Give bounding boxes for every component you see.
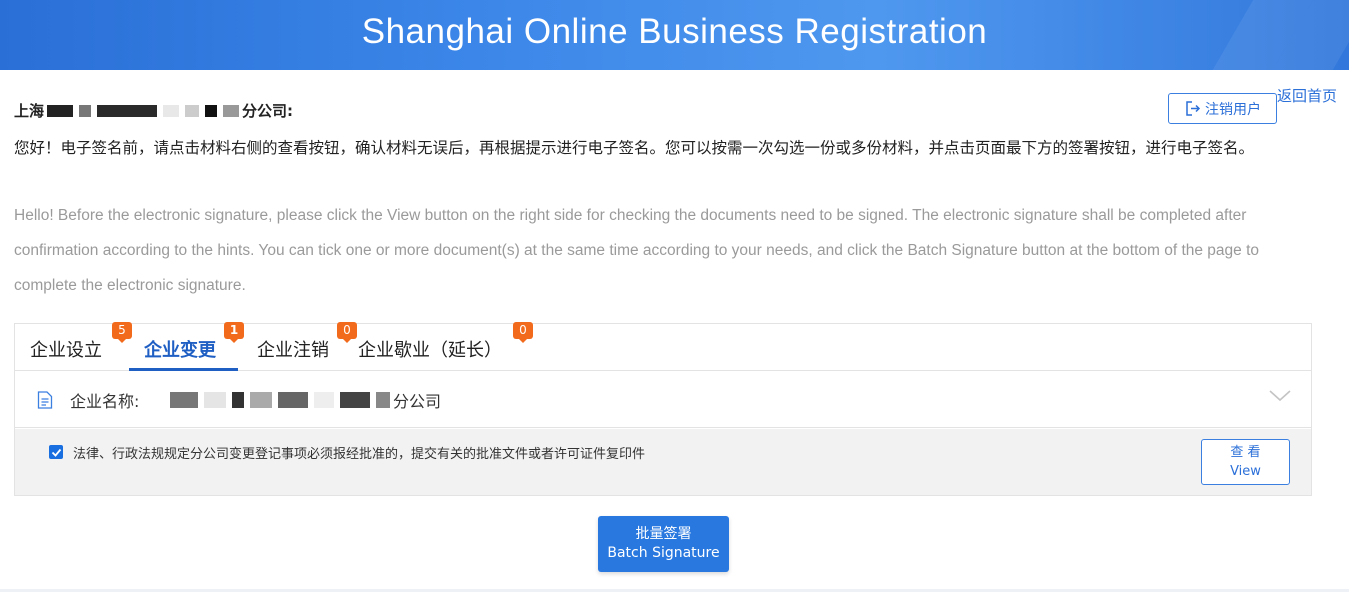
view-button[interactable]: 查 看 View bbox=[1201, 439, 1290, 485]
redacted-block bbox=[232, 392, 244, 408]
redacted-block bbox=[170, 392, 198, 408]
site-title: Shanghai Online Business Registration bbox=[361, 12, 988, 51]
tab-label: 企业变更 bbox=[144, 340, 216, 361]
redacted-block bbox=[47, 104, 74, 117]
tab-establish[interactable]: 企业设立 5 bbox=[30, 322, 132, 362]
tab-label: 企业设立 bbox=[30, 340, 102, 361]
redacted-block bbox=[250, 392, 272, 408]
logout-label: 注销用户 bbox=[1205, 101, 1261, 118]
company-name-suffix: 分公司 bbox=[393, 392, 442, 411]
redacted-block bbox=[185, 104, 200, 117]
batch-sign-label-en: Batch Signature bbox=[607, 545, 720, 561]
view-label-en: View bbox=[1230, 464, 1261, 479]
redacted-block bbox=[204, 392, 226, 408]
document-row: 法律、行政法规规定分公司变更登记事项必须报经批准的，提交有关的批准文件或者许可证… bbox=[15, 429, 1311, 495]
back-home-link[interactable]: 返回首页 bbox=[1277, 85, 1337, 106]
checkmark-icon bbox=[51, 448, 61, 457]
count-badge: 0 bbox=[513, 322, 533, 343]
redacted-block bbox=[97, 104, 158, 117]
count-badge: 5 bbox=[112, 322, 132, 343]
tab-suspend[interactable]: 企业歇业（延长） 0 bbox=[358, 322, 533, 362]
tab-bar: 企业设立 5 企业变更 1 企业注销 0 企业歇业（延长） 0 bbox=[15, 322, 1311, 371]
instructions-en: Hello! Before the electronic signature, … bbox=[14, 207, 1260, 294]
company-prefix: 上海 bbox=[14, 102, 45, 120]
redacted-block bbox=[163, 104, 180, 117]
redacted-block bbox=[376, 392, 390, 408]
batch-sign-label-zh: 批量签署 bbox=[635, 526, 692, 542]
redacted-block bbox=[278, 392, 308, 408]
tab-label: 企业注销 bbox=[257, 340, 329, 361]
instructions-zh: 您好！电子签名前，请点击材料右侧的查看按钮，确认材料无误后，再根据提示进行电子签… bbox=[14, 139, 1255, 157]
redacted-block bbox=[314, 392, 334, 408]
company-accordion-header[interactable]: 企业名称: 分公司 bbox=[15, 371, 1311, 428]
logout-icon bbox=[1186, 101, 1201, 116]
documents-panel: 企业设立 5 企业变更 1 企业注销 0 企业歇业（延长） 0 企业名称: 分公… bbox=[14, 322, 1312, 496]
tab-deregister[interactable]: 企业注销 0 bbox=[257, 322, 357, 362]
company-suffix: 分公司: bbox=[242, 102, 294, 120]
document-title: 法律、行政法规规定分公司变更登记事项必须报经批准的，提交有关的批准文件或者许可证… bbox=[73, 447, 646, 462]
redacted-block bbox=[340, 392, 370, 408]
header-banner: Shanghai Online Business Registration bbox=[0, 0, 1349, 70]
company-name-value: 分公司 bbox=[167, 388, 441, 412]
document-checkbox[interactable] bbox=[49, 445, 63, 459]
company-name-label: 企业名称: bbox=[70, 392, 140, 411]
document-icon bbox=[37, 391, 53, 409]
chevron-down-icon[interactable] bbox=[1268, 389, 1292, 403]
redacted-block bbox=[205, 104, 218, 117]
count-badge: 0 bbox=[337, 322, 357, 343]
redacted-block bbox=[223, 104, 240, 117]
view-label-zh: 查 看 bbox=[1230, 445, 1261, 460]
count-badge: 1 bbox=[224, 322, 244, 343]
redacted-block bbox=[79, 104, 92, 117]
logout-button[interactable]: 注销用户 bbox=[1168, 93, 1277, 124]
tab-label: 企业歇业（延长） bbox=[358, 340, 502, 361]
company-greeting: 上海 分公司: bbox=[14, 100, 293, 121]
tab-change[interactable]: 企业变更 1 bbox=[144, 322, 244, 362]
batch-sign-button[interactable]: 批量签署 Batch Signature bbox=[598, 516, 729, 572]
